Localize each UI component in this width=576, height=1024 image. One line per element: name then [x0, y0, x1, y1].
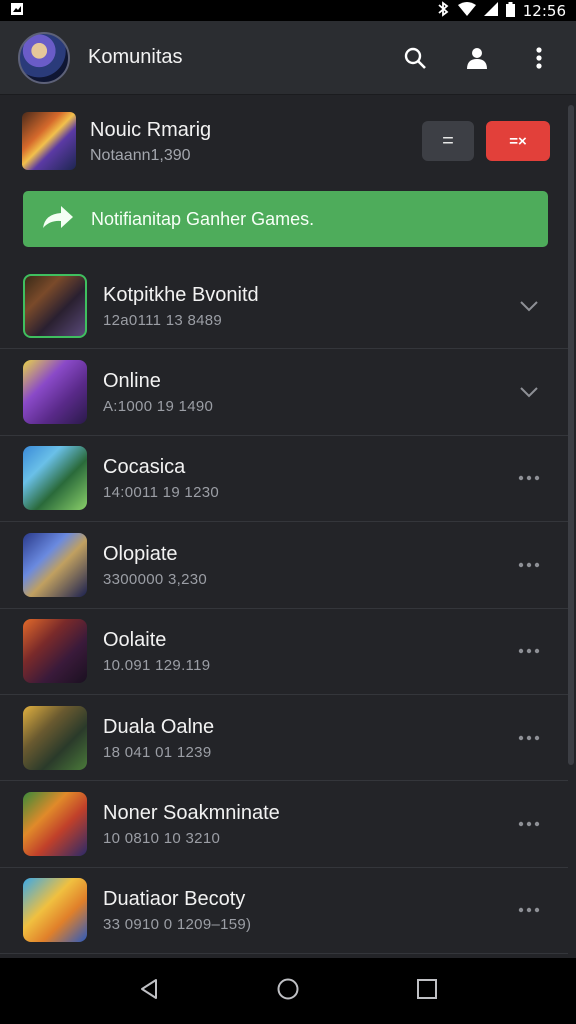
game-list-item[interactable]: Cocasica 14:0011 19 1230	[0, 436, 568, 523]
game-title: Duatiaor Becoty	[103, 888, 246, 911]
status-bar: 12:56	[0, 0, 576, 21]
share-arrow-icon	[41, 204, 75, 235]
profile-icon[interactable]	[462, 43, 492, 73]
wifi-icon	[457, 2, 476, 20]
game-subtitle: 10 0810 10 3210	[103, 830, 221, 848]
app-bar: Komunitas	[0, 21, 576, 95]
game-title: Olopiate	[103, 542, 178, 565]
community-avatar[interactable]	[18, 31, 70, 84]
game-list-item[interactable]: Duala Oalne 18 041 01 1239	[0, 695, 568, 782]
game-list-item[interactable]: Noner Soakmninate 10 0810 10 3210	[0, 781, 568, 868]
content-area[interactable]: Nouic Rmarig Notaann1,390 = =× Notifiani…	[0, 95, 576, 958]
search-icon[interactable]	[400, 43, 430, 73]
game-list-item[interactable]: Olopiate 3300000 3,230	[0, 522, 568, 609]
game-thumbnail	[23, 532, 87, 597]
game-title: Noner Soakmninate	[103, 802, 280, 825]
recents-icon[interactable]	[416, 978, 438, 1005]
game-subtitle: 33 0910 0 1209–159)	[103, 916, 252, 934]
game-list-item[interactable]: Online A:1000 19 1490	[0, 349, 568, 436]
game-subtitle: 10.091 129.119	[103, 657, 211, 675]
signal-icon	[483, 2, 498, 20]
featured-game-subtitle: Notaann1,390	[90, 147, 191, 164]
featured-game-title: Nouic Rmarig	[90, 119, 212, 141]
page-title: Komunitas	[88, 46, 183, 68]
game-thumbnail	[23, 705, 87, 770]
game-title: Oolaite	[103, 629, 167, 652]
notification-icon	[10, 2, 24, 20]
game-list-item[interactable]: Kotpitkhe Bvonitd 12a0111 13 8489	[0, 263, 568, 350]
game-subtitle: 3300000 3,230	[103, 570, 207, 588]
more-icon[interactable]	[504, 648, 554, 654]
menu-button[interactable]: =	[422, 121, 474, 161]
close-button[interactable]: =×	[486, 121, 550, 161]
game-thumbnail	[23, 792, 87, 857]
home-icon[interactable]	[276, 977, 300, 1006]
game-subtitle: 12a0111 13 8489	[103, 311, 223, 329]
more-icon[interactable]	[504, 907, 554, 913]
battery-icon	[505, 1, 515, 21]
bluetooth-icon	[436, 1, 450, 21]
game-title: Cocasica	[103, 456, 186, 479]
chevron-down-icon[interactable]	[504, 386, 554, 398]
game-subtitle: A:1000 19 1490	[103, 398, 214, 416]
game-title: Duala Oalne	[103, 715, 215, 738]
game-title: Kotpitkhe Bvonitd	[103, 283, 259, 306]
game-thumbnail	[23, 360, 87, 425]
back-icon[interactable]	[138, 978, 160, 1005]
chevron-down-icon[interactable]	[504, 300, 554, 312]
featured-game-row[interactable]: Nouic Rmarig Notaann1,390 = =×	[22, 107, 550, 175]
game-thumbnail	[23, 878, 87, 943]
status-time: 12:56	[522, 2, 566, 20]
game-list: Kotpitkhe Bvonitd 12a0111 13 8489 Online A:…	[0, 263, 568, 955]
game-list-item[interactable]: Oolaite 10.091 129.119	[0, 609, 568, 695]
featured-game-thumbnail	[22, 112, 76, 170]
banner-text: Notifianitap Ganher Games.	[91, 208, 315, 229]
game-thumbnail	[23, 446, 87, 511]
game-subtitle: 14:0011 19 1230	[103, 484, 219, 502]
game-title: Online	[103, 370, 161, 393]
game-thumbnail	[23, 273, 87, 338]
more-icon[interactable]	[504, 735, 554, 741]
more-vert-icon[interactable]	[524, 43, 554, 73]
game-list-item[interactable]: Duatiaor Becoty 33 0910 0 1209–159)	[0, 868, 568, 955]
notification-banner[interactable]: Notifianitap Ganher Games.	[23, 191, 548, 247]
scrollbar[interactable]	[568, 105, 574, 765]
navigation-bar	[0, 958, 576, 1024]
more-icon[interactable]	[504, 562, 554, 568]
game-thumbnail	[23, 619, 87, 684]
game-subtitle: 18 041 01 1239	[103, 743, 212, 761]
more-icon[interactable]	[504, 821, 554, 827]
more-icon[interactable]	[504, 475, 554, 481]
